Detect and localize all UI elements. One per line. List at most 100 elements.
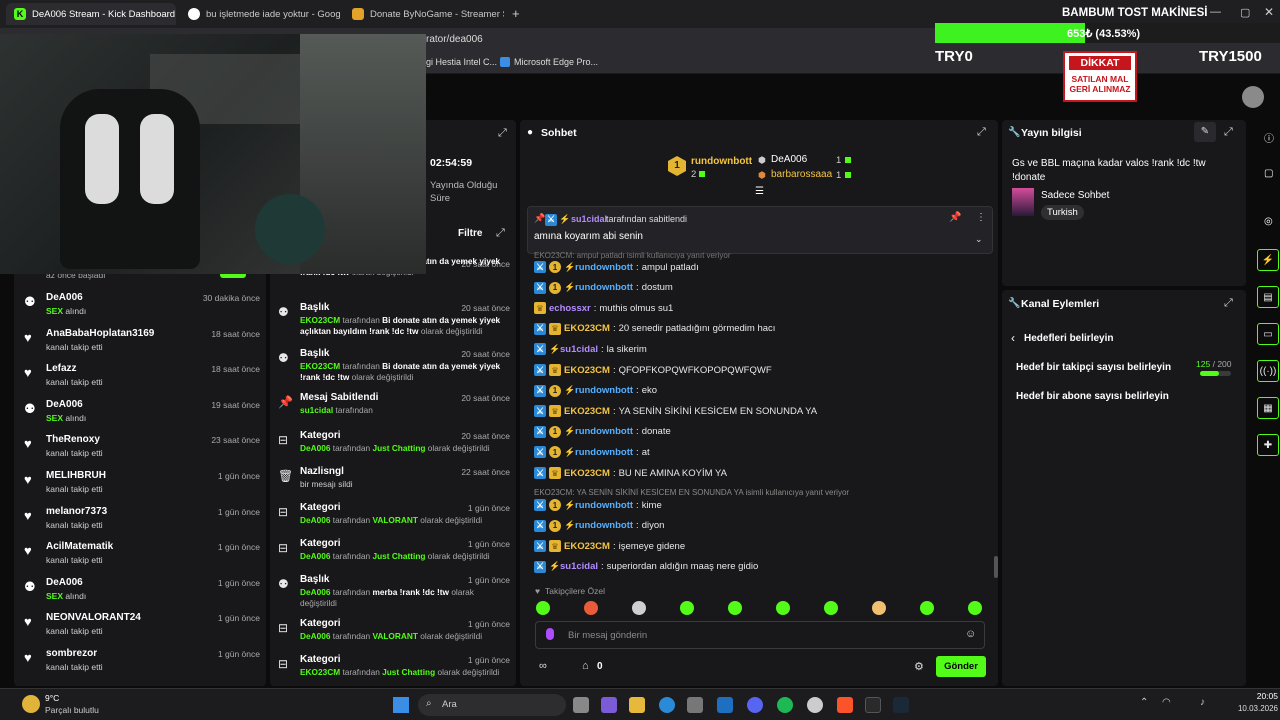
leaderboard-toggle-icon[interactable]: ☰	[755, 186, 764, 197]
emote-icon[interactable]	[680, 601, 694, 615]
discord-icon[interactable]	[747, 697, 763, 713]
stream-tag[interactable]: Turkish	[1041, 205, 1084, 220]
leader-2-name[interactable]: DeA006	[771, 154, 807, 165]
edit-pencil-icon[interactable]: ✎	[1194, 122, 1216, 142]
message-icon[interactable]: ▭	[1257, 323, 1279, 345]
taskbar-search[interactable]: ⌕ Ara	[418, 694, 566, 716]
chat-input[interactable]: Bir mesaj gönderin ☺	[535, 621, 985, 649]
chat-settings-gear-icon[interactable]: ⚙	[914, 660, 924, 673]
chat-username[interactable]: echossxr	[549, 303, 591, 314]
chat-message[interactable]: ⚔ ♛ EKO23CM: BU NE AMINA KOYİM YA	[534, 465, 727, 481]
tab-google-search[interactable]: bu işletmede iade yoktur - Google'da	[180, 3, 340, 25]
brave-icon[interactable]	[837, 697, 853, 713]
store-icon[interactable]: ⌂	[582, 660, 589, 672]
emote-icon[interactable]	[632, 601, 646, 615]
new-tab-button[interactable]: +	[512, 6, 520, 21]
bolt-action-icon[interactable]: ⚡	[1257, 249, 1279, 271]
task-view-icon[interactable]	[573, 697, 589, 713]
feed-row[interactable]: ♥ AcilMatematik kanalı takip etti 1 gün önc…	[24, 539, 264, 575]
emote-icon[interactable]	[536, 601, 550, 615]
emote-icon[interactable]	[776, 601, 790, 615]
chat-username[interactable]: EKO23CM	[564, 541, 610, 552]
tab-bynogame[interactable]: Donate ByNoGame - Streamer Settin	[344, 3, 504, 25]
file-explorer-icon[interactable]	[629, 697, 645, 713]
feed-row[interactable]: ♥ melanor7373 kanalı takip etti 1 gün önce	[24, 504, 264, 540]
chat-message[interactable]: ⚔ 1 ⚡ rundownbott: eko	[534, 383, 657, 399]
chat-username[interactable]: rundownbott	[575, 385, 633, 396]
chat-message[interactable]: ⚔ 1 ⚡ rundownbott: kime	[534, 497, 662, 513]
mic-icon[interactable]	[546, 628, 554, 640]
feed-row[interactable]: ♥ sombrezor kanalı takip etti 1 gün önce	[24, 646, 264, 682]
chat-message[interactable]: ⚔ 1 ⚡ rundownbott: diyon	[534, 518, 664, 534]
leader-1-name[interactable]: rundownbott	[691, 156, 752, 167]
stream-category[interactable]: Sadece Sohbet	[1041, 190, 1109, 201]
chat-message[interactable]: ⚔ ⚡ su1cidal: superiordan aldığın maaş nere…	[534, 559, 758, 575]
chevron-down-icon[interactable]: ⌄	[975, 234, 983, 245]
chat-username[interactable]: rundownbott	[575, 282, 633, 293]
edge-browser-icon[interactable]	[659, 697, 675, 713]
chat-message[interactable]: ⚔ 1 ⚡ rundownbott: dostum	[534, 280, 673, 296]
chat-message[interactable]: ⚔ ⚡ su1cidal: la sikerim	[534, 341, 647, 357]
emote-icon[interactable]	[968, 601, 982, 615]
steam-icon[interactable]	[807, 697, 823, 713]
volume-icon[interactable]: ♪	[1200, 697, 1205, 708]
chat-username[interactable]: su1cidal	[560, 561, 598, 572]
weather-icon[interactable]	[22, 695, 40, 713]
chat-message[interactable]: ⚔ 1 ⚡ rundownbott: ampul patladı	[534, 259, 699, 275]
store-app-icon[interactable]	[687, 697, 703, 713]
expand-icon[interactable]: ⤢	[496, 227, 505, 240]
feed-row[interactable]: ⚉ DeA006 SEX alındı 1 gün önce	[24, 575, 264, 611]
chat-message[interactable]: ⚔ 1 ⚡ rundownbott: at	[534, 444, 650, 460]
send-button[interactable]: Gönder	[936, 656, 986, 677]
link-icon[interactable]: ∞	[539, 660, 547, 672]
windows-start-icon[interactable]	[393, 697, 409, 713]
bookmark-edge[interactable]: Microsoft Edge Pro...	[514, 57, 598, 67]
chat-username[interactable]: rundownbott	[575, 262, 633, 273]
emote-icon[interactable]	[728, 601, 742, 615]
chat-message[interactable]: ♛ echossxr: muthis olmus su1	[534, 300, 673, 316]
follower-goal-item[interactable]: Hedef bir takipçi sayısı belirleyin	[1016, 362, 1171, 373]
chat-username[interactable]: EKO23CM	[564, 406, 610, 417]
leader-3-name[interactable]: barbarossaaa	[771, 169, 832, 180]
feed-row[interactable]: ⚉ DeA006 SEX alındı 30 dakika önce	[24, 290, 264, 326]
more-options-icon[interactable]: ⋮	[976, 212, 986, 223]
chat-username[interactable]: rundownbott	[575, 500, 633, 511]
chat-username[interactable]: EKO23CM	[564, 365, 610, 376]
feed-row[interactable]: ♥ Lefazz kanalı takip etti 18 saat önce	[24, 361, 264, 397]
expand-icon[interactable]: ⤢	[1224, 126, 1233, 139]
chat-bubble-icon[interactable]: ▢	[1264, 168, 1273, 179]
expand-icon[interactable]: ⤢	[977, 126, 986, 139]
widgets-icon[interactable]	[601, 697, 617, 713]
chat-username[interactable]: su1cidal	[560, 344, 598, 355]
info-icon[interactable]: ⓘ	[1264, 130, 1274, 145]
chat-username[interactable]: rundownbott	[575, 520, 633, 531]
avatar[interactable]	[1242, 86, 1264, 108]
emote-icon[interactable]	[872, 601, 886, 615]
chevron-left-icon[interactable]: ‹	[1011, 331, 1015, 345]
chat-message[interactable]: ⚔ ♛ EKO23CM:20 senedir patladığını görmedi…	[534, 321, 775, 337]
spotify-icon[interactable]	[777, 697, 793, 713]
emote-icon[interactable]	[920, 601, 934, 615]
outlook-icon[interactable]	[717, 697, 733, 713]
goals-back-button[interactable]: Hedefleri belirleyin	[1024, 333, 1113, 344]
terminal-icon[interactable]	[865, 697, 881, 713]
emote-icon[interactable]	[584, 601, 598, 615]
broadcast-icon[interactable]: ((·))	[1257, 360, 1279, 382]
chat-username[interactable]: rundownbott	[575, 426, 633, 437]
feed-row[interactable]: ♥ AnaBabaHoplatan3169 kanalı takip etti 18 …	[24, 326, 264, 362]
sub-goal-item[interactable]: Hedef bir abone sayısı belirleyin	[1016, 391, 1169, 402]
emoji-icon[interactable]: ☺	[965, 628, 976, 640]
steam-client-icon[interactable]	[893, 697, 909, 713]
chat-username[interactable]: EKO23CM	[564, 323, 610, 334]
tray-chevron-icon[interactable]: ⌃	[1140, 697, 1148, 708]
tab-kick-dashboard[interactable]: K DeA006 Stream - Kick Dashboard	[6, 3, 176, 25]
expand-icon[interactable]: ⤢	[498, 127, 507, 140]
chat-message[interactable]: ⚔ 1 ⚡ rundownbott: donate	[534, 424, 671, 440]
document-icon[interactable]: ▤	[1257, 286, 1279, 308]
chat-message[interactable]: ⚔ ♛ EKO23CM: YA SENİN SİKİNİ KESİCEM EN SON…	[534, 403, 817, 419]
feed-row[interactable]: ♥ NEONVALORANT24 kanalı takip etti 1 gün ön…	[24, 610, 264, 646]
feed-row[interactable]: ♥ MELIHBRUH kanalı takip etti 1 gün önce	[24, 468, 264, 504]
feed-row[interactable]: ⚉ DeA006 SEX alındı 19 saat önce	[24, 397, 264, 433]
capture-icon[interactable]: ◎	[1264, 216, 1273, 227]
layout-icon[interactable]: ▦	[1257, 397, 1279, 419]
